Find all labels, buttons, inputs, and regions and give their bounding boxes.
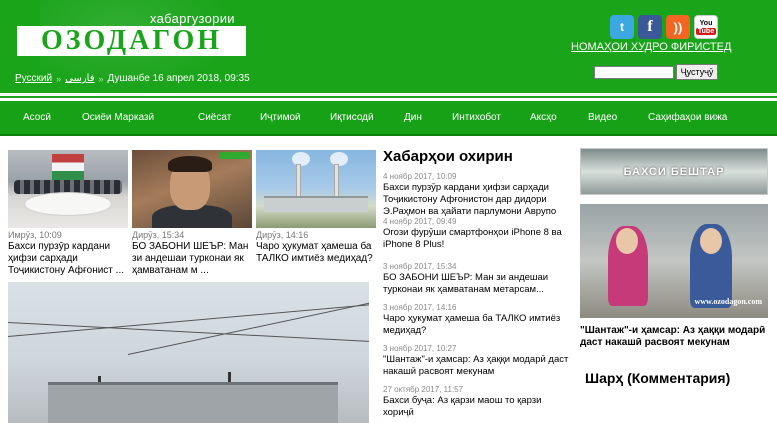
nav-item-religion[interactable]: Дин bbox=[404, 112, 422, 123]
youtube-icon[interactable]: You Tube bbox=[694, 15, 718, 39]
comments-heading: Шарҳ (Комментария) bbox=[585, 370, 731, 386]
news-date: 4 ноябр 2017, 09:49 bbox=[383, 217, 457, 226]
search-input[interactable] bbox=[594, 66, 674, 79]
video-thumbnail[interactable]: www.ozodagon.com bbox=[580, 204, 768, 318]
tile-image-meeting[interactable] bbox=[8, 150, 128, 228]
list-item: 27 октябр 2017, 11:57 Бахси буҷа: Аз қар… bbox=[383, 385, 573, 418]
wire-shape bbox=[8, 322, 369, 343]
photo-tile[interactable]: Дирӯз, 15:34 БО ЗАБОНИ ШЕЪР: Ман зи анде… bbox=[132, 150, 252, 277]
nav-item-home[interactable]: Асосӣ bbox=[23, 112, 51, 123]
news-link[interactable]: Чаро ҳукумат ҳамеша ба ТАЛКО имтиёз меди… bbox=[383, 313, 573, 337]
building-shape bbox=[264, 196, 368, 212]
flag-shape bbox=[52, 154, 84, 180]
nav-item-economy[interactable]: Иқтисодӣ bbox=[330, 112, 374, 123]
latest-news-heading: Хабарҳои охирин bbox=[383, 148, 513, 165]
news-link[interactable]: "Шантаж"-и ҳамсар: Аз ҳаққи модарӣ даст … bbox=[383, 354, 573, 378]
face-shape bbox=[616, 228, 638, 254]
channel-tag bbox=[220, 152, 250, 159]
roof-shape bbox=[48, 382, 338, 423]
news-date: 3 ноябр 2017, 10:27 bbox=[383, 344, 457, 353]
face-shape bbox=[700, 228, 722, 254]
tile-headline-link[interactable]: Чаро ҳукумат ҳамеша ба ТАЛКО имтиёз меди… bbox=[256, 241, 376, 265]
video-caption-link[interactable]: "Шантаж"-и ҳамсар: Аз ҳаққи модарӣ даст … bbox=[580, 325, 768, 349]
banner-text: БАХСИ БЕШТАР bbox=[623, 165, 725, 178]
nav-item-special[interactable]: Саҳифаҳои вижа bbox=[648, 112, 727, 123]
lang-russian-link[interactable]: Русский bbox=[15, 73, 52, 84]
smoke-shape bbox=[330, 152, 348, 166]
more-debates-banner[interactable]: БАХСИ БЕШТАР bbox=[580, 148, 768, 195]
tile-date: Имрӯз, 10:09 bbox=[8, 230, 62, 240]
search-button[interactable]: Ҷустуҷӯ bbox=[676, 64, 718, 80]
logo-text: ОЗОДАГОН bbox=[40, 25, 223, 56]
main-nav: Асосӣ Осиёи Марказӣ Сиёсат Иҷтимоӣ Иқтис… bbox=[0, 101, 777, 134]
tile-date: Дирӯз, 14:16 bbox=[256, 230, 309, 240]
site-logo[interactable]: ОЗОДАГОН bbox=[17, 26, 246, 56]
separator-icon: » bbox=[98, 73, 104, 84]
lang-persian-link[interactable]: فارسی bbox=[65, 73, 94, 84]
nav-item-elections[interactable]: Интихобот bbox=[452, 112, 501, 123]
send-letters-link[interactable]: НОМАҲОИ ХУДРО ФИРИСТЕД bbox=[571, 41, 731, 53]
news-date: 27 октябр 2017, 11:57 bbox=[383, 385, 464, 394]
news-link[interactable]: Бахси пурзӯр кардани ҳифзи сарҳади Тоҷик… bbox=[383, 182, 573, 218]
site-header: хабаргузории ОЗОДАГОН Русский » فارسی » … bbox=[0, 0, 777, 93]
list-item: 3 ноябр 2017, 10:27 "Шантаж"-и ҳамсар: А… bbox=[383, 344, 573, 385]
list-item: 4 ноябр 2017, 09:49 Огози фурӯши смартфо… bbox=[383, 217, 573, 262]
tile-image-plant[interactable] bbox=[256, 150, 376, 228]
tile-date: Дирӯз, 15:34 bbox=[132, 230, 185, 240]
list-item: 3 ноябр 2017, 14:16 Чаро ҳукумат ҳамеша … bbox=[383, 303, 573, 344]
social-links: t f )) You Tube bbox=[610, 15, 718, 39]
nav-divider bbox=[0, 134, 777, 136]
rss-icon[interactable]: )) bbox=[666, 15, 690, 39]
news-date: 4 ноябр 2017, 10:09 bbox=[383, 172, 457, 181]
video-watermark: www.ozodagon.com bbox=[694, 297, 762, 306]
language-bar: Русский » فارسی » Душанбе 16 апрел 2018,… bbox=[15, 73, 250, 84]
current-datetime: Душанбе 16 апрел 2018, 09:35 bbox=[107, 73, 250, 84]
tile-headline-link[interactable]: БО ЗАБОНИ ШЕЪР: Ман зи андешаи турконаи … bbox=[132, 241, 252, 277]
twitter-icon[interactable]: t bbox=[610, 15, 634, 39]
news-date: 3 ноябр 2017, 14:16 bbox=[383, 303, 457, 312]
nav-item-social[interactable]: Иҷтимоӣ bbox=[260, 112, 301, 123]
facebook-icon[interactable]: f bbox=[638, 15, 662, 39]
site-tagline: хабаргузории bbox=[150, 11, 235, 26]
smoke-shape bbox=[292, 152, 310, 166]
news-link[interactable]: БО ЗАБОНИ ШЕЪР: Ман зи андешаи турконаи … bbox=[383, 272, 573, 296]
tile-image-portrait[interactable] bbox=[132, 150, 252, 228]
nav-item-politics[interactable]: Сиёсат bbox=[198, 112, 231, 123]
list-item: 4 ноябр 2017, 10:09 Бахси пурзӯр кардани… bbox=[383, 172, 573, 217]
news-date: 3 ноябр 2017, 15:34 bbox=[383, 262, 457, 271]
news-link[interactable]: Бахси буҷа: Аз қарзи маош то қарзи хориҷ… bbox=[383, 395, 573, 419]
nav-item-photos[interactable]: Аксҳо bbox=[530, 112, 557, 123]
featured-photo[interactable] bbox=[8, 282, 369, 423]
nav-divider bbox=[0, 96, 777, 98]
photo-tile[interactable]: Имрӯз, 10:09 Бахси пурзӯр кардани ҳифзи … bbox=[8, 150, 128, 277]
tile-headline-link[interactable]: Бахси пурзӯр кардани ҳифзи сарҳади Тоҷик… bbox=[8, 241, 128, 277]
news-link[interactable]: Огози фурӯши смартфонҳои iPhone 8 ва iPh… bbox=[383, 227, 573, 251]
table-shape bbox=[24, 192, 112, 216]
nav-item-video[interactable]: Видео bbox=[588, 112, 617, 123]
nav-item-central-asia[interactable]: Осиёи Марказӣ bbox=[82, 112, 154, 123]
latest-news-list: 4 ноябр 2017, 10:09 Бахси пурзӯр кардани… bbox=[383, 172, 573, 418]
photo-tile[interactable]: Дирӯз, 14:16 Чаро ҳукумат ҳамеша ба ТАЛК… bbox=[256, 150, 376, 265]
list-item: 3 ноябр 2017, 15:34 БО ЗАБОНИ ШЕЪР: Ман … bbox=[383, 262, 573, 303]
hair-shape bbox=[168, 156, 212, 172]
separator-icon: » bbox=[56, 73, 62, 84]
